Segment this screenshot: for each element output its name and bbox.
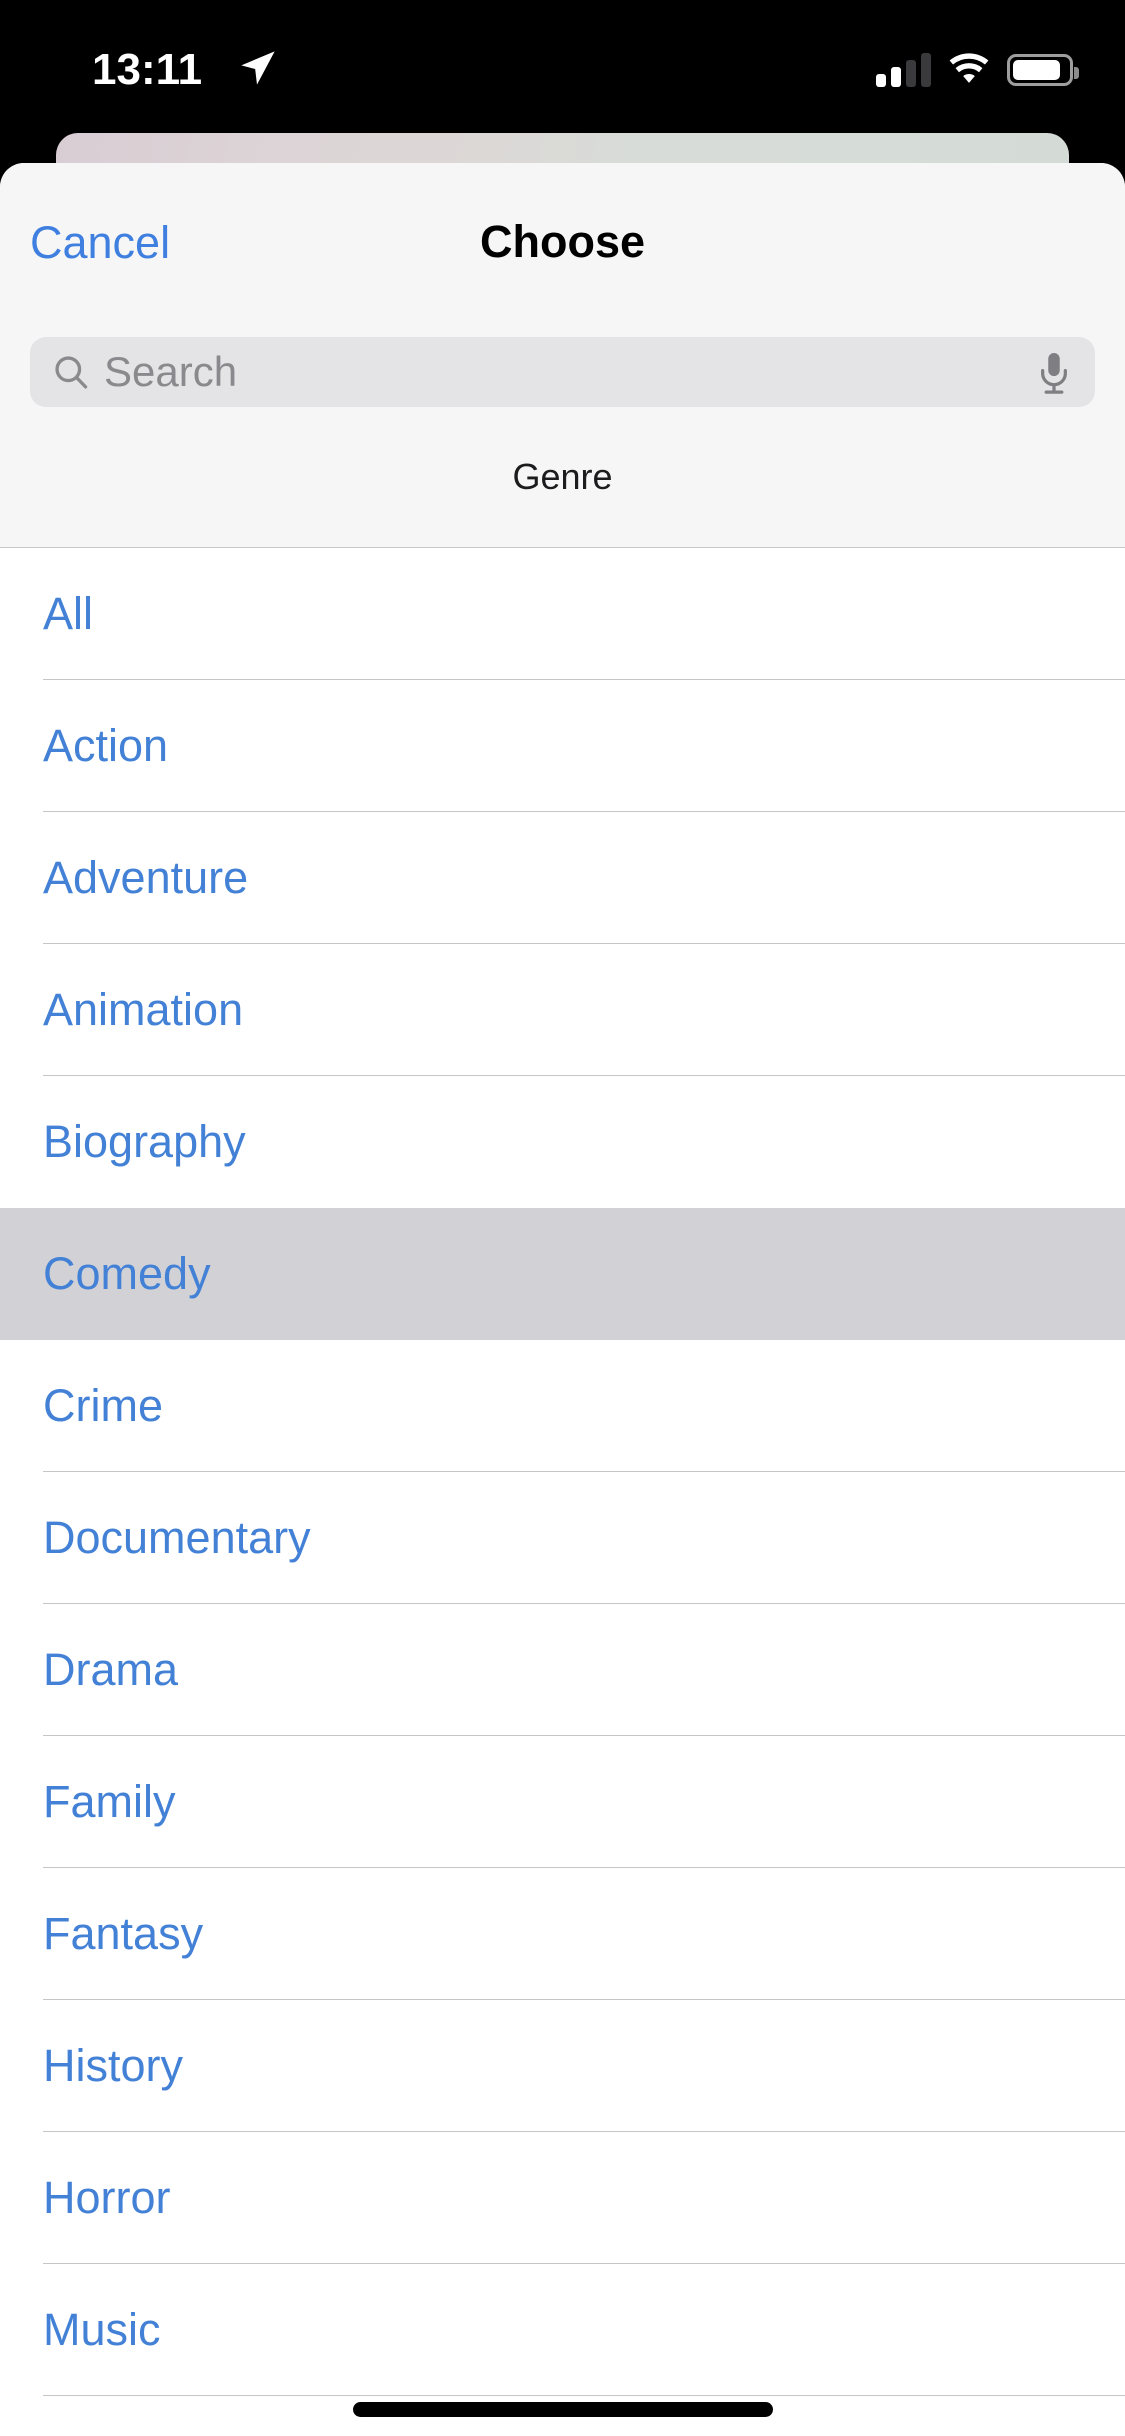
genre-list-item-label: Adventure: [43, 852, 249, 903]
sheet-header: Cancel Choose Search Genre: [0, 163, 1125, 548]
genre-list-item-music[interactable]: Music: [0, 2264, 1125, 2396]
genre-list-item-label: Documentary: [43, 1512, 311, 1563]
genre-list-item-adventure[interactable]: Adventure: [0, 812, 1125, 944]
choose-modal-sheet: Cancel Choose Search Genre All Action Ad…: [0, 163, 1125, 2436]
home-indicator[interactable]: [352, 2402, 773, 2417]
cellular-signal-icon: [876, 53, 931, 87]
genre-list-item-label: Family: [43, 1776, 176, 1827]
genre-list-item-animation[interactable]: Animation: [0, 944, 1125, 1076]
genre-list-item-label: Horror: [43, 2172, 171, 2223]
page-title: Choose: [479, 216, 645, 267]
genre-list-item-fantasy[interactable]: Fantasy: [0, 1868, 1125, 2000]
genre-list-item-label: History: [43, 2040, 184, 2091]
search-bar: Search: [30, 337, 1095, 407]
microphone-icon[interactable]: [1037, 351, 1071, 395]
list-separator: [43, 2395, 1125, 2396]
genre-list-item-all[interactable]: All: [0, 548, 1125, 680]
genre-list-item-label: All: [43, 588, 94, 639]
genre-list-item-drama[interactable]: Drama: [0, 1604, 1125, 1736]
status-bar: 13:11: [0, 0, 1125, 133]
status-bar-clock: 13:11: [92, 45, 203, 94]
search-input[interactable]: Search: [30, 337, 1095, 407]
search-placeholder-text: Search: [104, 348, 238, 395]
genre-list[interactable]: All Action Adventure Animation Biography Come…: [0, 548, 1125, 2436]
battery-level-fill: [1013, 60, 1060, 80]
wifi-icon: [949, 53, 989, 83]
genre-list-item-label: Crime: [43, 1380, 163, 1431]
genre-list-item-label: Fantasy: [43, 1908, 204, 1959]
genre-list-item-label: Drama: [43, 1644, 179, 1695]
genre-list-item-family[interactable]: Family: [0, 1736, 1125, 1868]
genre-list-item-label: Action: [43, 720, 169, 771]
genre-list-item-action[interactable]: Action: [0, 680, 1125, 812]
location-arrow-icon: [241, 51, 275, 85]
battery-icon: [1007, 54, 1079, 86]
genre-list-item-comedy[interactable]: Comedy: [0, 1208, 1125, 1340]
status-bar-indicators: [876, 50, 1079, 90]
genre-list-item-biography[interactable]: Biography: [0, 1076, 1125, 1208]
genre-list-item-label: Animation: [43, 984, 244, 1035]
phone-screen: 13:11 Cancel Choose Search Genre All Act…: [0, 0, 1125, 2436]
genre-list-item-documentary[interactable]: Documentary: [0, 1472, 1125, 1604]
genre-list-item-horror[interactable]: Horror: [0, 2132, 1125, 2264]
genre-list-item-label: Biography: [43, 1116, 246, 1167]
genre-list-item-label: Music: [43, 2304, 161, 2355]
navigation-bar: Cancel Choose: [0, 163, 1125, 291]
genre-list-item-history[interactable]: History: [0, 2000, 1125, 2132]
genre-list-item-crime[interactable]: Crime: [0, 1340, 1125, 1472]
search-icon: [55, 356, 88, 389]
genre-list-item-label: Comedy: [43, 1248, 211, 1299]
section-header-genre: Genre: [512, 456, 613, 497]
